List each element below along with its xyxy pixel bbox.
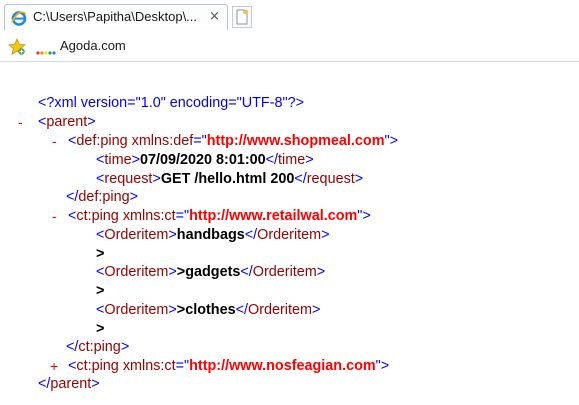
request-element: <request>GET /hello.html 200</request> (96, 171, 364, 187)
expand-ct-ping-toggle[interactable]: + (50, 357, 58, 375)
tab-close-icon[interactable]: × (209, 9, 220, 24)
favorite-item-label: Agoda.com (60, 38, 126, 53)
xml-viewer: <?xml version="1.0" encoding="UTF-8"?> -… (0, 62, 579, 405)
orderitem-trailing-text: > (96, 283, 105, 299)
favorites-bar: Agoda.com (0, 30, 579, 62)
tab-bar: C:\Users\Papitha\Desktop\... × (0, 0, 579, 30)
xml-declaration: <?xml version="1.0" encoding="UTF-8"?> (38, 95, 305, 111)
collapse-def-ping-toggle[interactable]: - (52, 132, 57, 150)
collapse-parent-toggle[interactable]: - (18, 113, 23, 131)
tab-title: C:\Users\Papitha\Desktop\... (33, 9, 198, 24)
add-favorites-star-icon[interactable] (7, 37, 27, 56)
time-element: <time>07/09/2020 8:01:00</time> (96, 152, 314, 168)
ct-ping-collapsed-tag: <ct:ping xmlns:ct="http://www.nosfeagian… (68, 358, 390, 374)
agoda-logo-icon (36, 44, 56, 55)
browser-tab[interactable]: C:\Users\Papitha\Desktop\... × (4, 4, 228, 30)
def-ping-open-tag: <def:ping xmlns:def="http://www.shopmeal… (68, 133, 399, 149)
orderitem-element: <Orderitem>>clothes</Orderitem> (96, 302, 321, 318)
orderitem-trailing-text: > (96, 246, 105, 262)
collapse-ct-ping-toggle[interactable]: - (52, 207, 57, 225)
orderitem-element: <Orderitem>handbags</Orderitem> (96, 227, 330, 243)
new-tab-icon (236, 9, 249, 25)
internet-explorer-icon (11, 10, 27, 26)
new-tab-button[interactable] (232, 6, 252, 28)
orderitem-element: <Orderitem>>gadgets</Orderitem> (96, 264, 326, 280)
ct-ping-open-tag: <ct:ping xmlns:ct="http://www.retailwal.… (68, 208, 371, 224)
orderitem-trailing-text: > (96, 321, 105, 337)
parent-open-tag: <parent> (38, 114, 96, 130)
parent-close-tag: </parent> (38, 376, 100, 392)
def-ping-close-tag: </def:ping> (66, 189, 139, 205)
ct-ping-close-tag: </ct:ping> (66, 339, 130, 355)
